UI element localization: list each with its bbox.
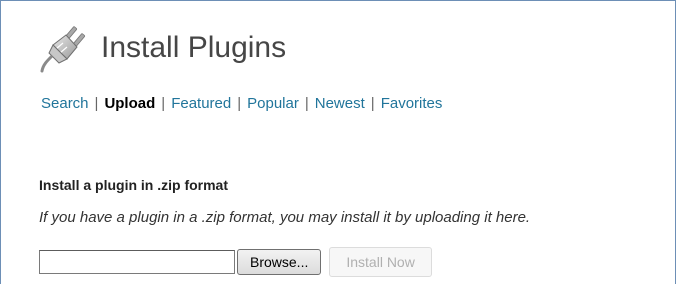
plugin-install-nav: Search | Upload | Featured | Popular | Newest | Fa… [41,95,442,112]
nav-separator: | [370,95,375,112]
nav-item-search[interactable]: Search [41,95,89,112]
nav-separator: | [94,95,99,112]
page-title: Install Plugins [101,31,287,64]
nav-item-popular[interactable]: Popular [247,95,299,112]
nav-item-upload[interactable]: Upload [104,95,155,112]
nav-separator: | [161,95,166,112]
install-now-button[interactable]: Install Now [329,247,432,277]
nav-separator: | [304,95,309,112]
nav-item-favorites[interactable]: Favorites [381,95,443,112]
browse-button[interactable]: Browse... [237,249,322,275]
page-header: Install Plugins [39,23,286,73]
nav-item-featured[interactable]: Featured [171,95,231,112]
upload-description: If you have a plugin in a .zip format, y… [39,209,531,226]
file-path-input[interactable] [39,250,235,274]
plugin-plug-icon [39,23,89,73]
nav-separator: | [237,95,242,112]
upload-section-heading: Install a plugin in .zip format [39,177,229,193]
content-frame: Install Plugins Search | Upload | Featured | P… [0,0,676,284]
nav-item-newest[interactable]: Newest [315,95,365,112]
upload-form: Browse... Install Now [39,247,432,277]
